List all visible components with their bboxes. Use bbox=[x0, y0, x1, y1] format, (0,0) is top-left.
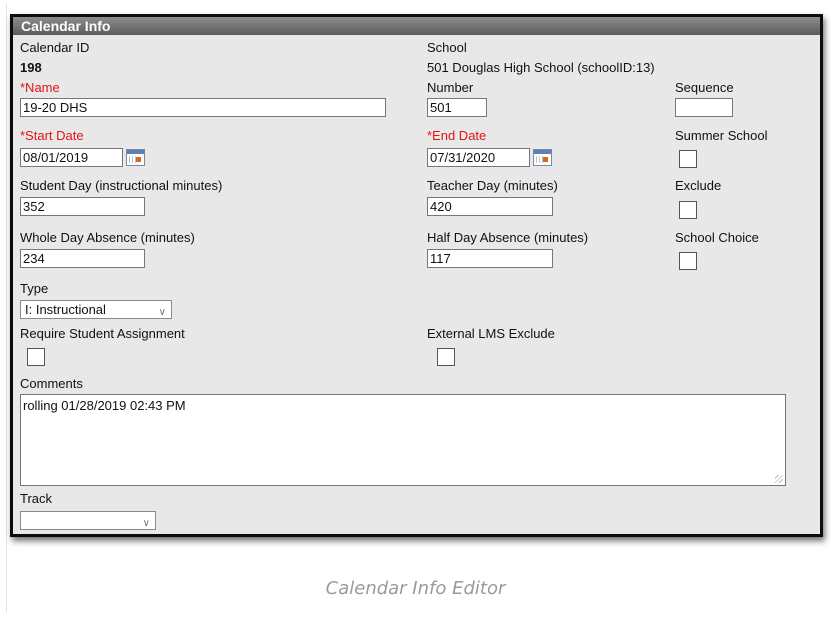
half-day-absence-input[interactable]: 117 bbox=[427, 249, 553, 268]
type-label: Type bbox=[20, 281, 49, 296]
type-select-value: I: Instructional bbox=[25, 302, 106, 317]
summer-school-checkbox[interactable] bbox=[679, 150, 697, 168]
exclude-checkbox[interactable] bbox=[679, 201, 697, 219]
end-date-input[interactable]: 07/31/2020 bbox=[427, 148, 530, 167]
end-date-label: *End Date bbox=[427, 128, 487, 143]
calendar-info-panel: Calendar Info Calendar ID 198 School 501… bbox=[10, 14, 823, 537]
number-input[interactable]: 501 bbox=[427, 98, 487, 117]
panel-header: Calendar Info bbox=[13, 17, 820, 35]
page-border bbox=[6, 4, 7, 612]
sequence-input[interactable] bbox=[675, 98, 733, 117]
teacher-day-input[interactable]: 420 bbox=[427, 197, 553, 216]
name-input[interactable]: 19-20 DHS bbox=[20, 98, 386, 117]
chevron-down-icon: ∨ bbox=[142, 518, 150, 529]
exclude-label: Exclude bbox=[675, 178, 722, 193]
student-day-input[interactable]: 352 bbox=[20, 197, 145, 216]
number-label: Number bbox=[427, 80, 474, 95]
student-day-label: Student Day (instructional minutes) bbox=[20, 178, 223, 193]
external-lms-exclude-checkbox[interactable] bbox=[437, 348, 455, 366]
comments-textarea[interactable]: rolling 01/28/2019 02:43 PM bbox=[20, 394, 786, 486]
track-label: Track bbox=[20, 491, 53, 506]
type-select[interactable]: I: Instructional ∨ bbox=[20, 300, 172, 319]
summer-school-label: Summer School bbox=[675, 128, 768, 143]
track-select[interactable]: ∨ bbox=[20, 511, 156, 530]
calendar-id-value: 198 bbox=[20, 60, 42, 75]
school-choice-checkbox[interactable] bbox=[679, 252, 697, 270]
start-date-label: *Start Date bbox=[20, 128, 84, 143]
external-lms-exclude-label: External LMS Exclude bbox=[427, 326, 555, 341]
calendar-icon[interactable] bbox=[533, 149, 552, 166]
whole-day-absence-input[interactable]: 234 bbox=[20, 249, 145, 268]
figure-caption: Calendar Info Editor bbox=[325, 578, 506, 599]
comments-label: Comments bbox=[20, 376, 83, 391]
require-student-assignment-checkbox[interactable] bbox=[27, 348, 45, 366]
sequence-label: Sequence bbox=[675, 80, 734, 95]
school-label: School bbox=[427, 40, 467, 55]
half-day-absence-label: Half Day Absence (minutes) bbox=[427, 230, 589, 245]
name-label: *Name bbox=[20, 80, 60, 95]
calendar-id-label: Calendar ID bbox=[20, 40, 90, 55]
start-date-input[interactable]: 08/01/2019 bbox=[20, 148, 123, 167]
chevron-down-icon: ∨ bbox=[158, 307, 166, 318]
comments-text: rolling 01/28/2019 02:43 PM bbox=[23, 398, 186, 413]
whole-day-absence-label: Whole Day Absence (minutes) bbox=[20, 230, 195, 245]
panel-title: Calendar Info bbox=[21, 18, 111, 34]
school-choice-label: School Choice bbox=[675, 230, 759, 245]
resize-grip-icon[interactable] bbox=[775, 475, 783, 483]
require-student-assignment-label: Require Student Assignment bbox=[20, 326, 185, 341]
school-value: 501 Douglas High School (schoolID:13) bbox=[427, 60, 655, 75]
calendar-icon[interactable] bbox=[126, 149, 145, 166]
teacher-day-label: Teacher Day (minutes) bbox=[427, 178, 558, 193]
